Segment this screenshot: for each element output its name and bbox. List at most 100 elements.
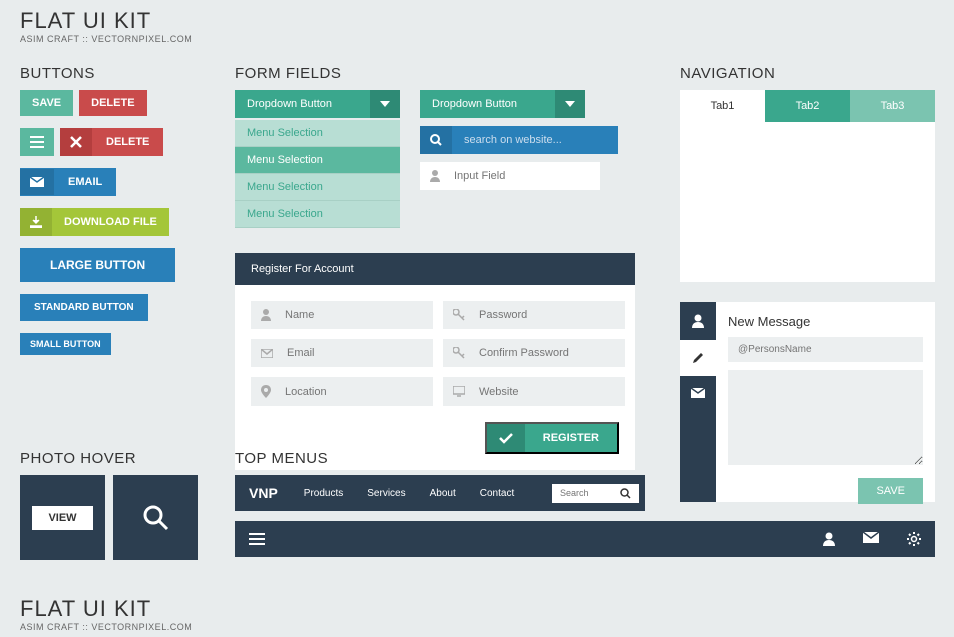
photo-tile-search[interactable]: [113, 475, 198, 560]
menu-services[interactable]: Services: [355, 478, 417, 509]
brand-logo[interactable]: VNP: [235, 475, 292, 511]
search-field[interactable]: [420, 126, 585, 154]
person-icon: [430, 170, 440, 182]
chevron-down-icon: [380, 101, 390, 107]
register-label: REGISTER: [525, 424, 617, 452]
small-button[interactable]: SMALL BUTTON: [20, 333, 111, 355]
hamburger-icon: [30, 136, 44, 148]
key-icon: [453, 347, 465, 359]
view-button[interactable]: VIEW: [32, 506, 92, 530]
nav-heading: NAVIGATION: [680, 65, 935, 82]
topmenus-heading: TOP MENUS: [235, 450, 645, 467]
key-icon: [453, 309, 465, 321]
message-recipient-input[interactable]: [728, 337, 923, 362]
buttons-heading: BUTTONS: [20, 65, 200, 82]
dropdown-2[interactable]: Dropdown Button: [420, 90, 585, 118]
delete-label: DELETE: [92, 128, 163, 156]
sidebar-user[interactable]: [680, 302, 716, 340]
download-button[interactable]: DOWNLOAD FILE: [20, 208, 169, 236]
check-icon: [499, 433, 513, 444]
dropdown-item[interactable]: Menu Selection: [235, 174, 400, 201]
standard-button[interactable]: STANDARD BUTTON: [20, 294, 148, 321]
save-button[interactable]: SAVE: [20, 90, 73, 116]
confirm-field[interactable]: [443, 339, 625, 367]
message-sidebar: [680, 302, 716, 502]
footer-title: FLAT UI KIT: [20, 596, 192, 622]
name-input[interactable]: [281, 301, 433, 329]
sidebar-edit[interactable]: [680, 340, 716, 376]
mail-icon: [863, 532, 879, 543]
chevron-down-icon: [565, 101, 575, 107]
mail-icon: [261, 349, 273, 358]
website-input[interactable]: [475, 377, 625, 406]
gear-icon: [907, 532, 921, 546]
mail-button[interactable]: [849, 522, 893, 556]
user-button[interactable]: [809, 522, 849, 556]
location-input[interactable]: [281, 377, 433, 406]
tab-2[interactable]: Tab2: [765, 90, 850, 122]
website-field[interactable]: [443, 377, 625, 406]
menu-contact[interactable]: Contact: [468, 478, 526, 509]
tab-bar: Tab1 Tab2 Tab3: [680, 90, 935, 122]
search-icon: [430, 134, 442, 146]
dropdown-item[interactable]: Menu Selection: [235, 147, 400, 174]
location-field[interactable]: [251, 377, 433, 406]
tab-content: [680, 122, 935, 282]
menu-bar-1: VNP Products Services About Contact: [235, 475, 645, 511]
sidebar-mail[interactable]: [680, 376, 716, 410]
dropdown-item[interactable]: Menu Selection: [235, 201, 400, 228]
photo-tile-view[interactable]: VIEW: [20, 475, 105, 560]
close-icon: [70, 136, 82, 148]
photo-heading: PHOTO HOVER: [20, 450, 198, 467]
search-icon: [142, 504, 170, 532]
message-title: New Message: [728, 314, 923, 329]
pencil-icon: [692, 352, 704, 364]
menu-search[interactable]: [552, 484, 639, 503]
delete-button[interactable]: DELETE: [79, 90, 146, 116]
password-field[interactable]: [443, 301, 625, 329]
footer-subtitle: ASIM CRAFT :: VECTORNPIXEL.COM: [20, 622, 192, 632]
download-icon: [30, 216, 42, 228]
form-title: Register For Account: [235, 253, 635, 285]
menu-about[interactable]: About: [418, 478, 468, 509]
register-form: Register For Account REGISTER: [235, 253, 635, 470]
tab-3[interactable]: Tab3: [850, 90, 935, 122]
mail-icon: [30, 177, 44, 187]
tab-1[interactable]: Tab1: [680, 90, 765, 122]
email-button[interactable]: EMAIL: [20, 168, 116, 196]
dropdown-menu: Menu Selection Menu Selection Menu Selec…: [235, 120, 400, 228]
email-input[interactable]: [283, 339, 433, 367]
download-label: DOWNLOAD FILE: [52, 208, 169, 236]
hamburger-button[interactable]: [235, 523, 279, 555]
delete-icon-button[interactable]: DELETE: [60, 128, 163, 156]
person-icon: [823, 532, 835, 546]
email-field[interactable]: [251, 339, 433, 367]
text-input[interactable]: [450, 162, 600, 190]
menu-search-input[interactable]: [560, 488, 620, 498]
dropdown-label: Dropdown Button: [235, 90, 370, 118]
page-subtitle: ASIM CRAFT :: VECTORNPIXEL.COM: [20, 34, 934, 44]
message-box: New Message SAVE: [680, 302, 935, 502]
search-input[interactable]: [452, 126, 618, 154]
text-field[interactable]: [420, 162, 585, 190]
hamburger-button[interactable]: [20, 128, 54, 156]
menu-bar-2: [235, 521, 935, 557]
dropdown-item[interactable]: Menu Selection: [235, 120, 400, 147]
mail-icon: [691, 388, 705, 398]
dropdown-1[interactable]: Dropdown Button: [235, 90, 400, 118]
settings-button[interactable]: [893, 522, 935, 556]
large-button[interactable]: LARGE BUTTON: [20, 248, 175, 282]
email-label: EMAIL: [54, 168, 116, 196]
search-icon: [620, 488, 631, 499]
person-icon: [692, 314, 704, 328]
message-save-button[interactable]: SAVE: [858, 478, 923, 504]
page-header: FLAT UI KIT ASIM CRAFT :: VECTORNPIXEL.C…: [0, 0, 954, 52]
hamburger-icon: [249, 533, 265, 545]
page-title: FLAT UI KIT: [20, 8, 934, 34]
password-input[interactable]: [475, 301, 625, 329]
menu-products[interactable]: Products: [292, 478, 355, 509]
message-textarea[interactable]: [728, 370, 923, 465]
pin-icon: [261, 385, 271, 398]
confirm-input[interactable]: [475, 339, 625, 367]
name-field[interactable]: [251, 301, 433, 329]
